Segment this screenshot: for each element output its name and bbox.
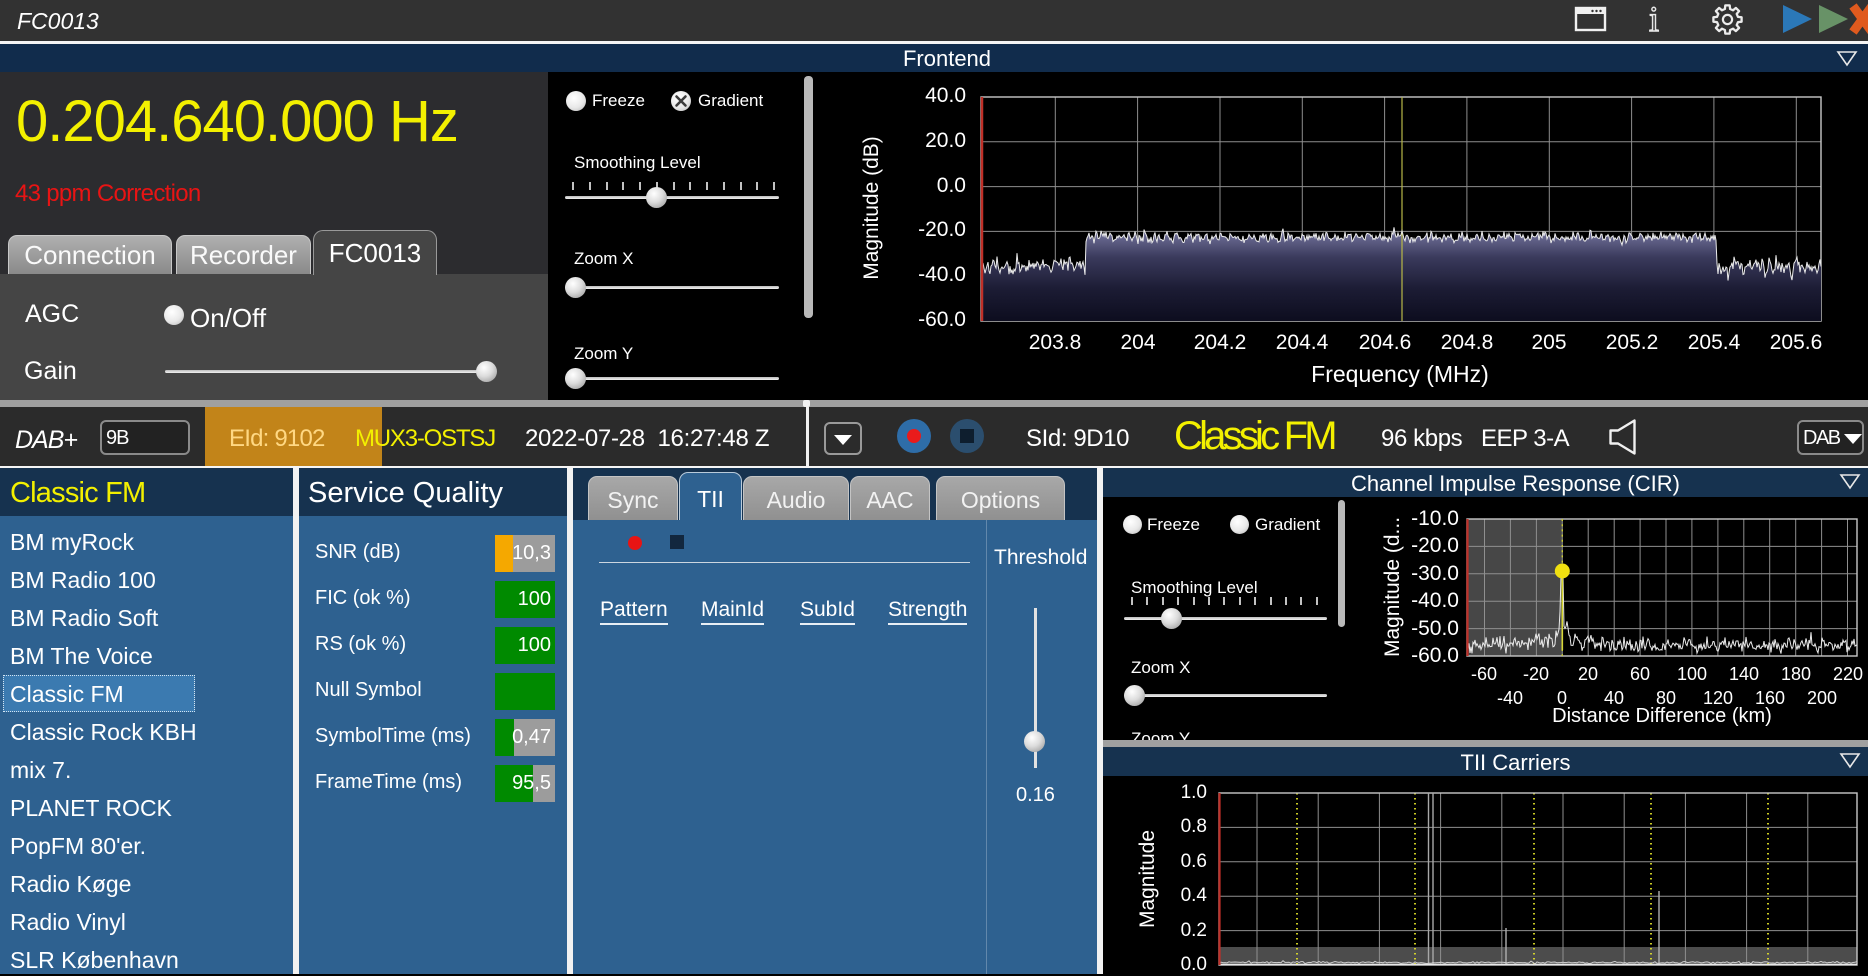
svg-text:i: i	[1649, 0, 1659, 39]
